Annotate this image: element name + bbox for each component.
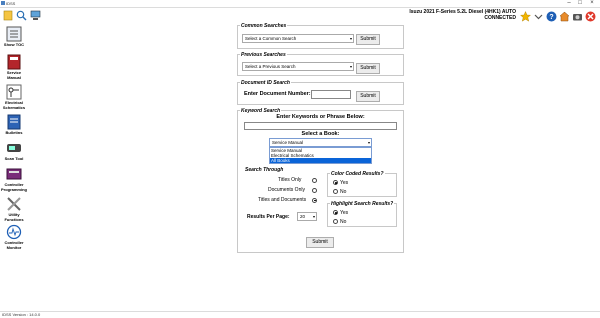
chevron-down-icon: ▾ [349, 36, 352, 41]
common-search-submit-button[interactable]: Submit [356, 34, 380, 45]
sidebar-item-show-toc[interactable]: Show TOC [0, 26, 28, 48]
close-window-icon[interactable]: × [587, 0, 597, 7]
highlight-results-group: Highlight Search Results? Yes No [327, 201, 397, 227]
color-coded-yes-label: Yes [340, 179, 349, 186]
highlight-legend: Highlight Search Results? [330, 201, 395, 207]
titles-and-documents-label: Titles and Documents [258, 197, 307, 203]
schematic-icon [6, 84, 22, 100]
search-icon[interactable] [16, 10, 27, 21]
titles-only-radio[interactable] [312, 177, 317, 183]
sidebar-item-label: Controller Programming [0, 182, 27, 192]
minimize-icon[interactable]: – [564, 0, 574, 7]
sidebar: Show TOC Service Manual Electrical Schem… [0, 24, 28, 310]
document-number-label: Enter Document Number: [244, 91, 311, 97]
keyword-search-group: Keyword Search Enter Keywords or Phrase … [237, 108, 404, 253]
highlight-no-radio[interactable] [333, 219, 338, 224]
highlight-yes-radio[interactable] [333, 210, 338, 215]
document-id-submit-button[interactable]: Submit [356, 91, 380, 102]
toolbar: Isuzu 2021 F-Series 5.2L Diesel (4HK1) A… [0, 8, 600, 24]
camera-icon[interactable] [572, 11, 583, 22]
sidebar-item-scan-tool[interactable]: Scan Tool [0, 140, 28, 162]
keywords-input[interactable] [244, 122, 397, 130]
chevron-down-icon: ▾ [312, 214, 315, 219]
common-searches-legend: Common Searches [240, 23, 288, 29]
tools-icon [7, 197, 21, 211]
app-icon [1, 1, 5, 5]
book-select[interactable]: Service Manual ▾ [269, 138, 372, 147]
window-title: IDSS [6, 1, 16, 6]
sidebar-item-label: Bulletins [5, 130, 23, 135]
titles-only-label: Titles Only [278, 177, 302, 183]
maximize-icon[interactable]: □ [575, 0, 585, 7]
titles-and-documents-radio[interactable] [312, 197, 317, 203]
document-number-input[interactable] [311, 90, 351, 99]
window-titlebar: IDSS – □ × [0, 0, 600, 8]
toc-icon [6, 26, 22, 42]
home-icon[interactable] [559, 11, 570, 22]
common-search-select[interactable]: Select a Common Search ▾ [242, 34, 354, 43]
book-icon [7, 54, 21, 70]
bulletin-icon [7, 114, 21, 130]
sidebar-item-controller-programming[interactable]: Controller Programming [0, 166, 28, 192]
sidebar-item-service-manual[interactable]: Service Manual [0, 54, 28, 80]
color-coded-legend: Color Coded Results? [330, 171, 385, 177]
search-through-group: Search Through Titles Only Documents Onl… [242, 167, 322, 229]
highlight-yes-label: Yes [340, 209, 349, 216]
sidebar-item-label: Utility Functions [4, 212, 24, 222]
close-icon[interactable] [585, 11, 596, 22]
color-coded-no-radio[interactable] [333, 189, 338, 194]
documents-only-radio[interactable] [312, 187, 317, 193]
common-search-placeholder: Select a Common Search [245, 36, 297, 41]
sidebar-item-bulletins[interactable]: Bulletins [0, 114, 28, 136]
common-searches-group: Common Searches Select a Common Search ▾… [237, 23, 404, 49]
status-bar: IDSS Version : 14.0.0 [0, 311, 600, 318]
results-per-page-label: Results Per Page: [247, 214, 290, 220]
svg-text:?: ? [549, 14, 553, 21]
results-per-page-select[interactable]: 20 ▾ [297, 212, 317, 221]
vehicle-info: Isuzu 2021 F-Series 5.2L Diesel (4HK1) A… [409, 9, 516, 21]
documents-only-label: Documents Only [268, 187, 305, 193]
previous-searches-legend: Previous Searches [240, 52, 287, 58]
color-coded-group: Color Coded Results? Yes No [327, 171, 397, 197]
color-coded-no-label: No [340, 188, 347, 195]
sidebar-item-label: Controller Monitor [4, 240, 24, 250]
highlight-no-label: No [340, 218, 347, 225]
search-through-legend: Search Through [244, 167, 285, 173]
sidebar-item-electrical-schematics[interactable]: Electrical Schematics [0, 84, 28, 110]
chevron-down-icon: ▾ [349, 64, 352, 69]
scan-tool-icon [7, 144, 21, 152]
monitor-gauge-icon [6, 224, 22, 240]
previous-searches-group: Previous Searches Select a Previous Sear… [237, 52, 404, 76]
select-book-label: Select a Book: [301, 131, 340, 137]
chevron-down-icon: ▾ [367, 140, 370, 145]
keyword-search-submit-button[interactable]: Submit [306, 237, 334, 248]
previous-search-select[interactable]: Select a Previous Search ▾ [242, 62, 354, 71]
sidebar-item-label: Electrical Schematics [2, 100, 26, 110]
sidebar-item-controller-monitor[interactable]: Controller Monitor [0, 224, 28, 250]
document-id-group: Document ID Search Enter Document Number… [237, 80, 404, 105]
help-icon[interactable]: ? [546, 11, 557, 22]
sidebar-item-utility-functions[interactable]: Utility Functions [0, 196, 28, 222]
star-icon[interactable] [520, 11, 531, 22]
sidebar-item-label: Service Manual [6, 70, 22, 80]
color-coded-yes-radio[interactable] [333, 180, 338, 185]
sidebar-item-label: Show TOC [3, 42, 25, 47]
book-option-all-books[interactable]: All Books [270, 158, 371, 163]
sidebar-item-label: Scan Tool [4, 156, 24, 161]
version-text: IDSS Version : 14.0.0 [2, 312, 41, 317]
controller-icon [6, 168, 22, 180]
previous-search-submit-button[interactable]: Submit [356, 63, 380, 74]
book-dropdown-list: Service Manual Electrical Schematics All… [269, 147, 372, 164]
previous-search-placeholder: Select a Previous Search [245, 64, 296, 69]
keywords-prompt: Enter Keywords or Phrase Below: [276, 114, 365, 120]
book-selected-value: Service Manual [272, 140, 304, 145]
results-per-page-value: 20 [300, 214, 306, 219]
settings-icon[interactable] [3, 10, 13, 21]
connection-status: CONNECTED [484, 15, 516, 21]
document-id-legend: Document ID Search [240, 80, 291, 86]
monitor-icon[interactable] [30, 10, 41, 21]
chevron-down-icon[interactable] [533, 11, 544, 22]
